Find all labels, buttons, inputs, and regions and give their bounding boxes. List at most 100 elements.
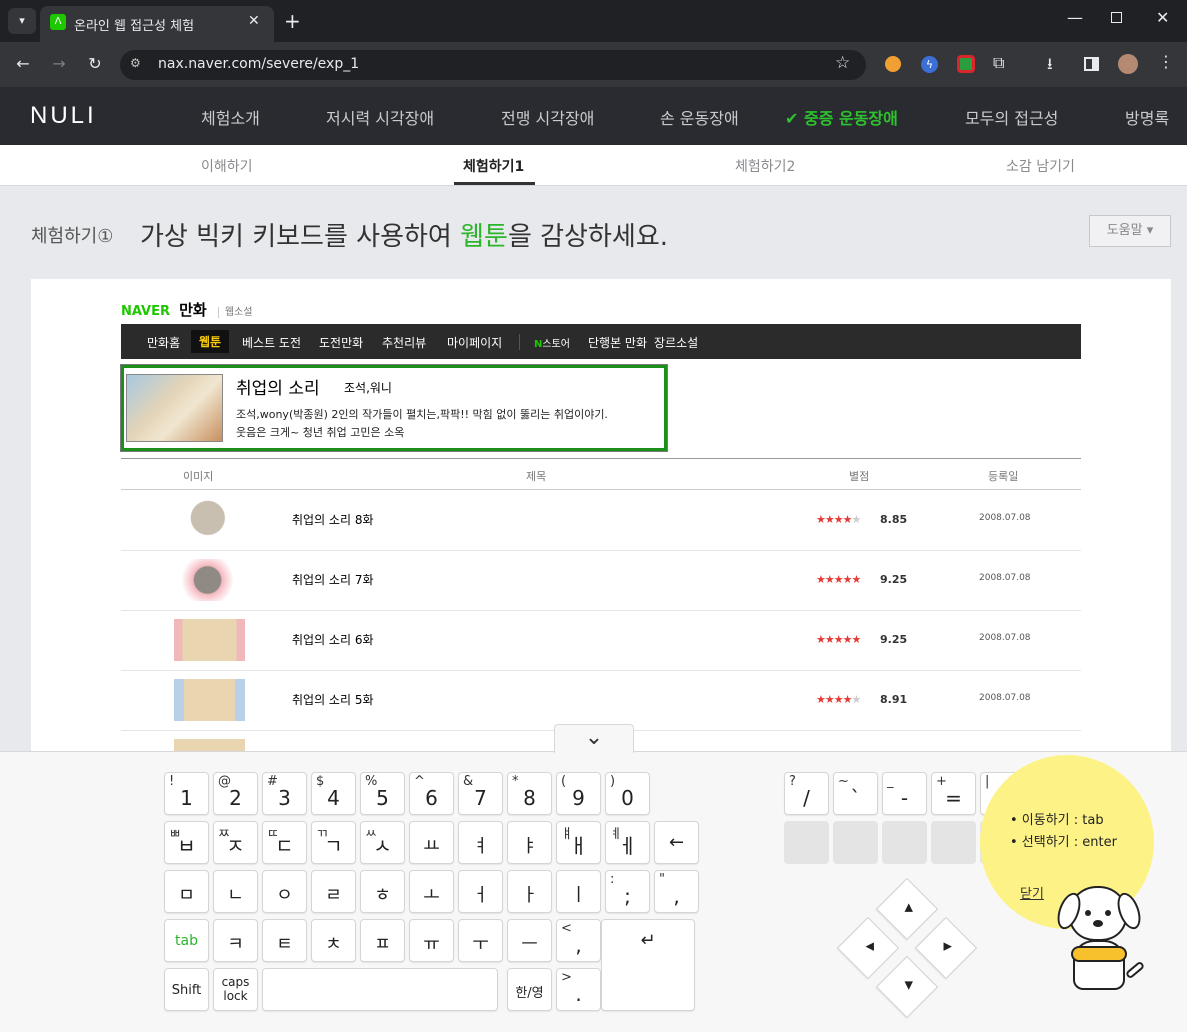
- nuli-logo[interactable]: NULI: [30, 102, 97, 130]
- nav-hand-motor[interactable]: 손 운동장애: [660, 105, 739, 129]
- store-genre[interactable]: 장르소설: [654, 334, 698, 351]
- help-button[interactable]: 도움말 ▾: [1089, 215, 1171, 247]
- key-ㅕ[interactable]: ㅕ: [458, 821, 503, 864]
- subnav-experience2[interactable]: 체험하기2: [735, 156, 795, 176]
- key-ㅜ[interactable]: ㅜ: [458, 919, 503, 962]
- key-ㅓ[interactable]: ㅓ: [458, 870, 503, 913]
- help-close-link[interactable]: 닫기: [1020, 883, 1044, 902]
- hangul-english-key[interactable]: 한/영: [507, 968, 552, 1011]
- maximize-icon[interactable]: [1111, 12, 1122, 23]
- table-row[interactable]: 취업의 소리 8화 ★★★★★ 8.85 2008.07.08: [121, 491, 1081, 551]
- key-digit-3[interactable]: #3: [262, 772, 307, 815]
- naver-section[interactable]: 만화: [179, 301, 207, 319]
- menu-mypage[interactable]: 마이페이지: [447, 334, 502, 351]
- empty-key[interactable]: [784, 821, 829, 864]
- key-ㅁ[interactable]: ㅁ: [164, 870, 209, 913]
- key-ㅇ[interactable]: ㅇ: [262, 870, 307, 913]
- extension-video-icon[interactable]: [957, 55, 975, 73]
- nav-intro[interactable]: 체험소개: [201, 105, 260, 129]
- nav-severe-motor[interactable]: ✔ 중증 운동장애: [785, 105, 898, 129]
- key-right-1[interactable]: ~ `: [833, 772, 878, 815]
- nav-guestbook[interactable]: 방명록: [1125, 105, 1169, 129]
- key-digit-8[interactable]: * 8: [507, 772, 552, 815]
- key-ㄹ[interactable]: ㄹ: [311, 870, 356, 913]
- backspace-key[interactable]: ←: [654, 821, 699, 864]
- table-row[interactable]: 취업의 소리 6화 ★★★★★ 9.25 2008.07.08: [121, 611, 1081, 671]
- store-comics[interactable]: 단행본 만화: [588, 334, 647, 351]
- key-digit-2[interactable]: @2: [213, 772, 258, 815]
- empty-key[interactable]: [931, 821, 976, 864]
- store-label[interactable]: N스토어: [534, 335, 570, 350]
- key-ㅍ[interactable]: ㅍ: [360, 919, 405, 962]
- nav-accessibility[interactable]: 모두의 접근성: [965, 105, 1058, 129]
- key-ㅎ[interactable]: ㅎ: [360, 870, 405, 913]
- key-right-0[interactable]: ? /: [784, 772, 829, 815]
- key-ㄷ[interactable]: ㄸㄷ: [262, 821, 307, 864]
- key-ㅛ[interactable]: ㅛ: [409, 821, 454, 864]
- browser-tab[interactable]: Λ 온라인 웹 접근성 체험 ✕: [40, 6, 274, 42]
- key-;[interactable]: :;: [605, 870, 650, 913]
- key-digit-9[interactable]: (9: [556, 772, 601, 815]
- key-digit-0[interactable]: ) 0: [605, 772, 650, 815]
- key-digit-6[interactable]: ^ 6: [409, 772, 454, 815]
- menu-webtoon[interactable]: 웹툰: [191, 330, 230, 353]
- key-period[interactable]: >.: [556, 968, 601, 1011]
- key-right-3[interactable]: + =: [931, 772, 976, 815]
- browser-menu-icon[interactable]: ⋮: [1158, 52, 1174, 71]
- naver-brand[interactable]: NAVER: [121, 304, 170, 319]
- shift-key[interactable]: Shift: [164, 968, 209, 1011]
- menu-review[interactable]: 추천리뷰: [382, 334, 426, 351]
- keyboard-collapse-tab[interactable]: ⌄: [554, 724, 634, 753]
- key-ㅊ[interactable]: ㅊ: [311, 919, 356, 962]
- featured-webtoon[interactable]: 취업의 소리 조석,워니 조석,wony(박종원) 2인의 작가들이 펼치는,팍…: [121, 365, 667, 451]
- key-,[interactable]: <,: [556, 919, 601, 962]
- empty-key[interactable]: [882, 821, 927, 864]
- table-row[interactable]: 취업의 소리 5화 ★★★★★ 8.91 2008.07.08: [121, 671, 1081, 731]
- empty-key[interactable]: [833, 821, 878, 864]
- key-ㅏ[interactable]: ㅏ: [507, 870, 552, 913]
- key-ㅠ[interactable]: ㅠ: [409, 919, 454, 962]
- side-panel-icon[interactable]: [1084, 57, 1099, 71]
- subnav-understand[interactable]: 이해하기: [201, 156, 253, 176]
- key-ㅣ[interactable]: ㅣ: [556, 870, 601, 913]
- key-ㅗ[interactable]: ㅗ: [409, 870, 454, 913]
- episode-title[interactable]: 취업의 소리 8화: [292, 511, 374, 528]
- key-digit-5[interactable]: % 5: [360, 772, 405, 815]
- naver-sub-section[interactable]: 웹소설: [217, 307, 253, 318]
- nav-low-vision[interactable]: 저시력 시각장애: [326, 105, 434, 129]
- forward-icon[interactable]: →: [44, 49, 74, 79]
- key-digit-1[interactable]: ! 1: [164, 772, 209, 815]
- new-tab-icon[interactable]: +: [284, 9, 301, 33]
- key-digit-4[interactable]: $4: [311, 772, 356, 815]
- key-ㅂ[interactable]: ㅃㅂ: [164, 821, 209, 864]
- key-right-2[interactable]: _ -: [882, 772, 927, 815]
- tab-key[interactable]: tab: [164, 919, 209, 962]
- key-ㅅ[interactable]: ㅆㅅ: [360, 821, 405, 864]
- tab-list-button[interactable]: ▾: [8, 8, 36, 34]
- arrow-left-icon[interactable]: ◀: [836, 916, 900, 980]
- reload-icon[interactable]: ↻: [80, 49, 110, 79]
- close-window-icon[interactable]: ✕: [1156, 8, 1169, 27]
- key-ㅈ[interactable]: ㅉㅈ: [213, 821, 258, 864]
- profile-avatar[interactable]: [1118, 54, 1138, 74]
- minimize-icon[interactable]: —: [1067, 8, 1083, 27]
- episode-title[interactable]: 취업의 소리 5화: [292, 691, 374, 708]
- key-ㅋ[interactable]: ㅋ: [213, 919, 258, 962]
- downloads-icon[interactable]: ⭳: [1047, 53, 1053, 80]
- menu-best-challenge[interactable]: 베스트 도전: [242, 334, 301, 351]
- key-digit-7[interactable]: & 7: [458, 772, 503, 815]
- space-key[interactable]: [262, 968, 498, 1011]
- extension-person-icon[interactable]: [885, 56, 901, 72]
- bookmark-star-icon[interactable]: ☆: [835, 53, 850, 73]
- omnibox[interactable]: ⚙ nax.naver.com/severe/exp_1 ☆: [120, 50, 866, 80]
- episode-title[interactable]: 취업의 소리 7화: [292, 571, 374, 588]
- caps-lock-key[interactable]: caps lock: [213, 968, 258, 1011]
- key-ㅑ[interactable]: ㅑ: [507, 821, 552, 864]
- back-icon[interactable]: ←: [8, 49, 38, 79]
- key-,[interactable]: ",: [654, 870, 699, 913]
- key-ㄱ[interactable]: ㄲㄱ: [311, 821, 356, 864]
- subnav-feedback[interactable]: 소감 남기기: [1006, 156, 1075, 176]
- subnav-experience1[interactable]: 체험하기1: [463, 156, 524, 176]
- arrow-right-icon[interactable]: ▶: [914, 916, 978, 980]
- key-ㅐ[interactable]: ㅒㅐ: [556, 821, 601, 864]
